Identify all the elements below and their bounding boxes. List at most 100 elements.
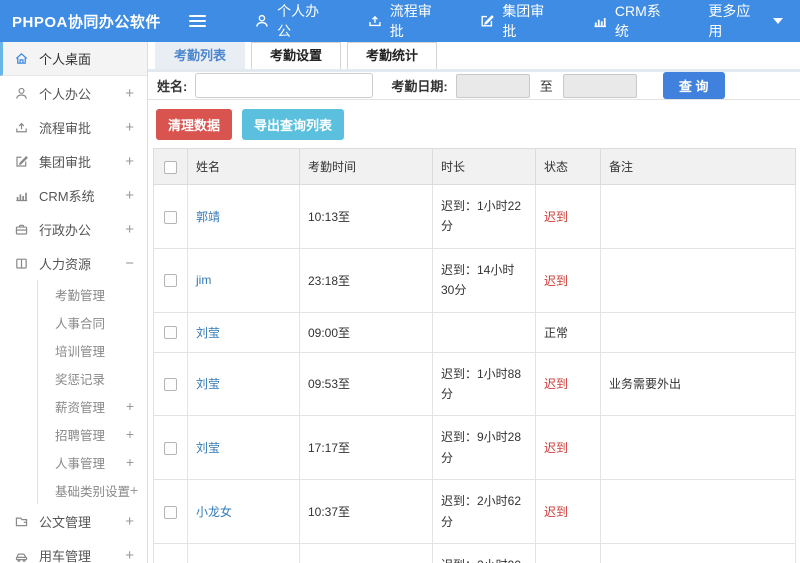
sidebar-item-group-approval[interactable]: 集团审批 + (0, 144, 147, 178)
expand-sign: + (125, 186, 134, 204)
expand-sign: + (125, 118, 134, 136)
col-header-name: 姓名 (187, 148, 300, 185)
row-checkbox[interactable] (164, 274, 177, 288)
status-cell: 迟到/早退 (535, 542, 601, 563)
submenu-item-label: 基础类别设置 (55, 484, 131, 499)
name-link[interactable]: 管理员 (187, 542, 300, 563)
book-icon (14, 256, 29, 271)
submenu-item-recruit[interactable]: 招聘管理 + (38, 420, 147, 448)
briefcase-icon (14, 222, 29, 237)
sidebar-item-crm-system[interactable]: CRM系统 + (0, 178, 147, 212)
time-cell: 17:17至 (299, 415, 433, 481)
note-cell (600, 184, 796, 249)
select-all-checkbox[interactable] (164, 160, 177, 174)
name-link[interactable]: 刘莹 (187, 351, 300, 417)
submenu-item-hr-contract[interactable]: 人事合同 (38, 308, 147, 336)
sidebar-item-human-resources[interactable]: 人力资源 − (0, 246, 147, 280)
query-button[interactable]: 查 询 (662, 72, 725, 99)
hr-submenu: 考勤管理 人事合同 培训管理 奖惩记录 薪资管理 + 招聘管理 + 人事管理 +… (37, 280, 147, 504)
sidebar-item-label: 公文管理 (39, 514, 92, 530)
name-link[interactable]: 刘莹 (187, 415, 300, 481)
submenu-item-training[interactable]: 培训管理 (38, 336, 147, 364)
app-title: PHPOA协同办公软件 (12, 13, 161, 31)
car-icon (14, 548, 29, 563)
row-checkbox[interactable] (164, 441, 177, 455)
expand-sign: + (130, 482, 139, 498)
topnav-group-approval[interactable]: 集团审批 (462, 1, 575, 41)
submenu-item-attendance[interactable]: 考勤管理 (38, 280, 147, 308)
note-cell: 1111 (600, 542, 796, 563)
status-cell: 迟到 (535, 184, 601, 249)
sidebar: 个人桌面 个人办公 + 流程审批 + 集团审批 + CRM系统 + 行政办公 + (0, 42, 148, 563)
status-cell: 迟到 (535, 415, 601, 481)
submenu-item-personnel[interactable]: 人事管理 + (38, 448, 147, 476)
table-row: 刘莹 09:53至 迟到：1小时88分 迟到 业务需要外出 (153, 351, 796, 417)
row-checkbox[interactable] (164, 210, 177, 224)
status-cell: 迟到 (535, 247, 601, 313)
bar-chart-icon (592, 13, 608, 29)
expand-sign: + (125, 220, 134, 238)
name-link[interactable]: 小龙女 (187, 479, 300, 544)
note-cell: 业务需要外出 (600, 351, 796, 417)
row-checkbox[interactable] (164, 326, 177, 340)
caret-down-icon (773, 18, 784, 24)
tab-attendance-list[interactable]: 考勤列表 (155, 42, 246, 69)
export-button[interactable]: 导出查询列表 (242, 109, 345, 140)
sidebar-item-personal-office[interactable]: 个人办公 + (0, 76, 147, 110)
table-row: 管理员 10:54至10:54 迟到：2小时90分 早退：7小时10分 迟到/早… (153, 542, 796, 563)
tab-attendance-settings[interactable]: 考勤设置 (251, 42, 342, 69)
status-cell: 正常 (535, 311, 601, 353)
date-from-input[interactable] (455, 73, 530, 98)
date-to-input[interactable] (562, 73, 637, 98)
expand-sign: + (125, 512, 134, 530)
sidebar-item-label: 个人桌面 (39, 52, 92, 67)
expand-sign: + (125, 152, 134, 170)
topbar: PHPOA协同办公软件 个人办公 流程审批 集团审批 CRM系统 更多应用 (0, 0, 800, 42)
topnav-label: 集团审批 (502, 3, 545, 39)
time-cell: 09:53至 (299, 351, 433, 417)
submenu-item-salary[interactable]: 薪资管理 + (38, 392, 147, 420)
expand-sign: + (125, 398, 134, 414)
hamburger-icon[interactable] (189, 12, 211, 30)
sidebar-item-label: 集团审批 (39, 154, 92, 170)
time-cell: 09:00至 (299, 311, 433, 353)
sidebar-item-label: 流程审批 (39, 120, 92, 136)
topnav-workflow-approval[interactable]: 流程审批 (350, 1, 463, 41)
search-bar: 姓名: 考勤日期: 至 查 询 (148, 72, 800, 100)
name-link[interactable]: jim (187, 247, 300, 313)
time-cell: 23:18至 (299, 247, 433, 313)
table-header-row: 姓名 考勤时间 时长 状态 备注 (153, 148, 796, 185)
tab-attendance-stats[interactable]: 考勤统计 (347, 42, 438, 69)
toolbar: 清理数据 导出查询列表 (148, 100, 800, 148)
sidebar-item-personal-desktop[interactable]: 个人桌面 (0, 42, 147, 76)
expand-sign: + (125, 454, 134, 470)
topnav-more-apps[interactable]: 更多应用 (691, 1, 800, 41)
submenu-item-rewards[interactable]: 奖惩记录 (38, 364, 147, 392)
row-checkbox[interactable] (164, 505, 177, 519)
submenu-item-base-category[interactable]: 基础类别设置 + (38, 476, 147, 504)
sidebar-item-vehicle-mgmt[interactable]: 用车管理 + (0, 538, 147, 563)
sidebar-item-label: 个人办公 (39, 86, 92, 102)
name-link[interactable]: 郭靖 (187, 184, 300, 249)
to-label: 至 (539, 79, 553, 94)
time-cell: 10:54至10:54 (299, 542, 433, 563)
table-row: 小龙女 10:37至 迟到：2小时62分 迟到 (153, 479, 796, 544)
name-input[interactable] (195, 73, 374, 98)
sidebar-item-document-mgmt[interactable]: 公文管理 + (0, 504, 147, 538)
clear-data-button[interactable]: 清理数据 (156, 109, 233, 140)
sidebar-item-admin-office[interactable]: 行政办公 + (0, 212, 147, 246)
submenu-item-label: 招聘管理 (55, 428, 106, 443)
topnav-personal-office[interactable]: 个人办公 (237, 1, 350, 41)
duration-cell: 迟到：2小时62分 (432, 479, 536, 544)
row-checkbox[interactable] (164, 378, 177, 392)
name-link[interactable]: 刘莹 (187, 311, 300, 353)
topnav-label: CRM系统 (614, 3, 661, 39)
table-row: 郭靖 10:13至 迟到：1小时22分 迟到 (153, 184, 796, 249)
edit-icon (479, 13, 495, 29)
sidebar-item-workflow-approval[interactable]: 流程审批 + (0, 110, 147, 144)
topnav-crm-system[interactable]: CRM系统 (575, 1, 691, 41)
edit-icon (14, 154, 29, 169)
sidebar-item-label: 用车管理 (39, 548, 92, 563)
topnav-label: 个人办公 (277, 3, 320, 39)
expand-sign: + (125, 84, 134, 102)
